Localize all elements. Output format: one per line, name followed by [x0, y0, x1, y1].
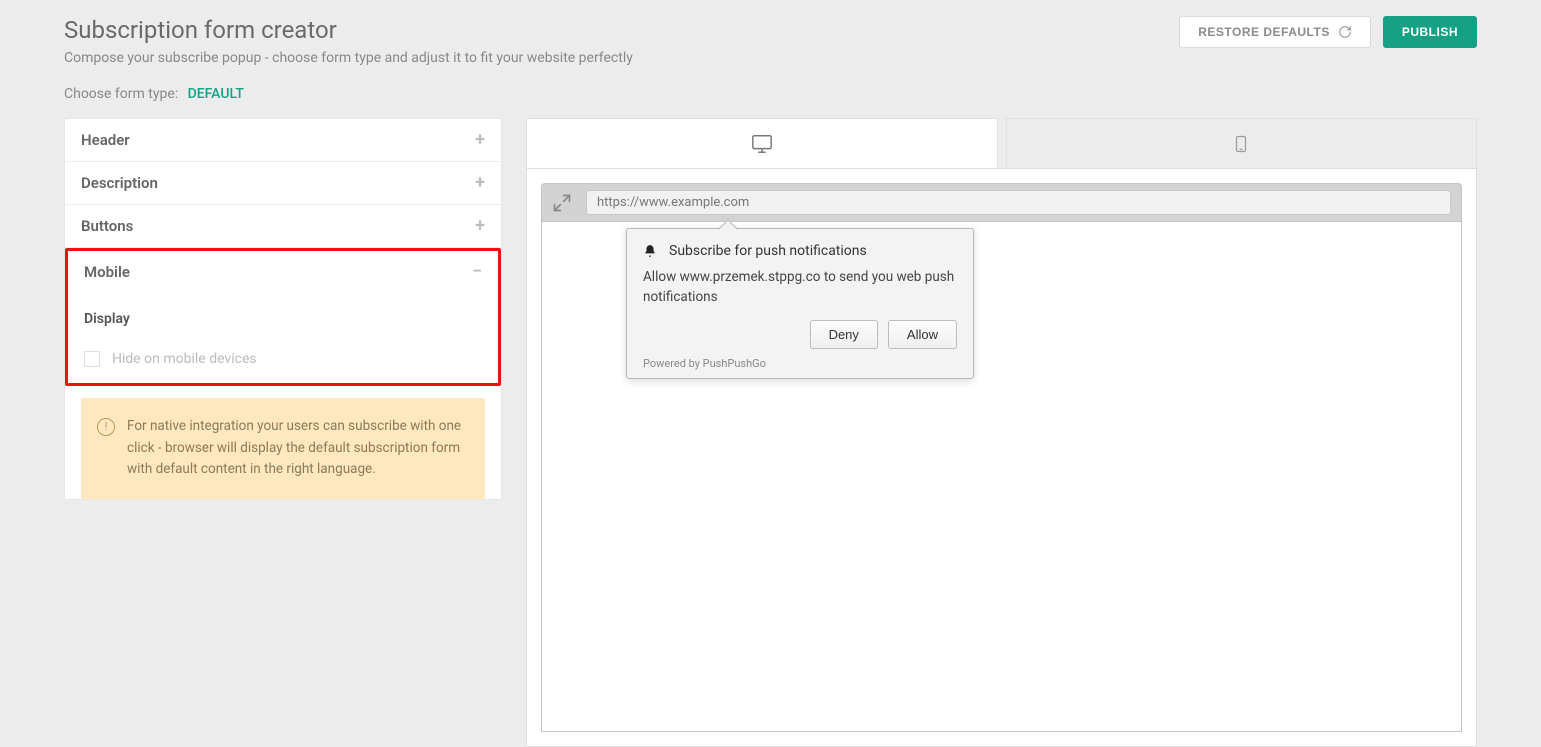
browser-viewport: Subscribe for push notifications Allow w…: [541, 222, 1462, 732]
desktop-icon: [749, 133, 775, 155]
accordion-buttons-label: Buttons: [81, 217, 133, 235]
form-type-value[interactable]: DEFAULT: [188, 86, 244, 102]
page-subtitle: Compose your subscribe popup - choose fo…: [64, 50, 633, 66]
checkbox-icon: [84, 351, 100, 367]
plus-icon: +: [475, 174, 485, 192]
info-icon: !: [97, 418, 115, 436]
info-banner-text: For native integration your users can su…: [127, 416, 467, 481]
restore-defaults-button[interactable]: RESTORE DEFAULTS: [1179, 16, 1371, 48]
publish-button[interactable]: PUBLISH: [1383, 16, 1477, 48]
plus-icon: +: [475, 217, 485, 235]
notification-footer: Powered by PushPushGo: [643, 357, 957, 370]
accordion-item-description[interactable]: Description +: [65, 162, 501, 204]
hide-on-mobile-checkbox[interactable]: Hide on mobile devices: [84, 351, 482, 367]
tab-mobile[interactable]: [1006, 118, 1478, 168]
form-type-label: Choose form type:: [64, 86, 178, 102]
refresh-icon: [1338, 25, 1352, 39]
notification-title: Subscribe for push notifications: [669, 243, 867, 259]
deny-button[interactable]: Deny: [810, 320, 878, 349]
accordion-item-buttons[interactable]: Buttons +: [65, 205, 501, 247]
preview-area: https://www.example.com Subscribe for pu…: [526, 168, 1477, 747]
accordion-header-label: Header: [81, 131, 130, 149]
notification-pointer: [718, 219, 738, 239]
accordion-mobile-label: Mobile: [84, 263, 130, 281]
page-title: Subscription form creator: [64, 16, 633, 44]
mobile-icon: [1232, 132, 1250, 156]
publish-label: PUBLISH: [1402, 25, 1458, 39]
minus-icon: −: [472, 263, 482, 281]
mobile-display-label: Display: [84, 311, 482, 327]
plus-icon: +: [475, 131, 485, 149]
form-type-row: Choose form type: DEFAULT: [64, 86, 1477, 102]
hide-on-mobile-label: Hide on mobile devices: [112, 351, 257, 367]
info-banner: ! For native integration your users can …: [81, 398, 485, 499]
browser-chrome: https://www.example.com: [541, 183, 1462, 222]
accordion-item-mobile-highlighted: Mobile − Display Hide on mobile devices: [65, 248, 501, 386]
bell-icon: [643, 244, 657, 258]
accordion-item-mobile[interactable]: Mobile −: [68, 251, 498, 293]
restore-defaults-label: RESTORE DEFAULTS: [1198, 25, 1330, 39]
expand-icon[interactable]: [552, 193, 572, 213]
notification-body: Allow www.przemek.stppg.co to send you w…: [643, 267, 957, 308]
settings-accordion: Header + Description + Buttons +: [64, 118, 502, 500]
notification-popup: Subscribe for push notifications Allow w…: [626, 228, 974, 379]
tab-desktop[interactable]: [526, 118, 998, 168]
url-bar[interactable]: https://www.example.com: [586, 190, 1451, 215]
accordion-description-label: Description: [81, 174, 158, 192]
accordion-item-header[interactable]: Header +: [65, 119, 501, 161]
allow-button[interactable]: Allow: [888, 320, 957, 349]
